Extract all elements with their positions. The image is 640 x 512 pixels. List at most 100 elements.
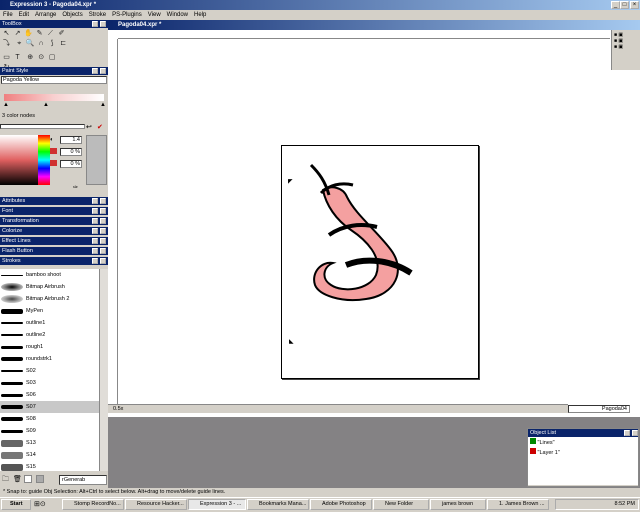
color-slider[interactable] <box>0 124 85 129</box>
list-item[interactable]: roundstrk1 <box>0 353 99 365</box>
hand-tool-icon[interactable]: ✋ <box>23 29 34 39</box>
taskbar-item[interactable]: 1. James Brown ... <box>487 499 549 510</box>
menu-file[interactable]: File <box>0 10 16 20</box>
menu-arrange[interactable]: Arrange <box>32 10 59 20</box>
blank-tool-icon[interactable] <box>58 49 69 59</box>
list-item[interactable]: S08 <box>0 413 99 425</box>
list-item[interactable]: bamboo shoot <box>0 269 99 281</box>
lasso-tool-icon[interactable]: ⌖ <box>14 39 25 49</box>
menu-objects[interactable]: Objects <box>59 10 85 20</box>
system-tray: 8:52 PM <box>555 499 639 510</box>
list-item[interactable]: S07 <box>0 401 99 413</box>
list-item[interactable]: S09 <box>0 425 99 437</box>
strokes-scrollbar[interactable] <box>99 269 108 471</box>
taskbar-item[interactable]: New Folder <box>373 499 429 510</box>
zoom-indicator[interactable]: 0.5x <box>108 404 568 413</box>
folder-icon[interactable]: 🗀 <box>2 475 9 486</box>
list-item[interactable]: S03 <box>0 377 99 389</box>
hue-strip[interactable] <box>38 135 50 185</box>
panel-menu-button[interactable] <box>92 68 98 74</box>
percent-field-2[interactable]: 0 % <box>60 160 82 168</box>
menu-window[interactable]: Window <box>164 10 191 20</box>
taskbar-item-active[interactable]: Expression 3 - ... <box>188 499 246 510</box>
menu-edit[interactable]: Edit <box>16 10 32 20</box>
flash-button-panel-header[interactable]: Flash Button <box>0 247 108 255</box>
opacity-field[interactable]: 1.4 <box>60 136 82 144</box>
taskbar-item[interactable]: Adobe Photoshop <box>310 499 372 510</box>
horizontal-ruler <box>118 30 610 39</box>
status-bar: * Snap to: guide Obj Selection: Alt+Ctrl… <box>0 488 640 497</box>
panel-menu-button[interactable] <box>624 430 630 436</box>
bezier-tool-icon[interactable]: ∩ <box>36 39 47 49</box>
eyedrop-tool-icon[interactable]: ⤵ <box>1 39 12 49</box>
new-stroke-icon[interactable] <box>24 475 32 483</box>
vertical-ruler <box>108 39 118 404</box>
list-item[interactable]: outline2 <box>0 329 99 341</box>
list-item[interactable]: Bitmap Airbrush <box>0 281 99 293</box>
pencil-tool-icon[interactable]: ✐ <box>56 29 67 39</box>
transformation-panel-header[interactable]: Transformation <box>0 217 108 225</box>
panel-close-button[interactable] <box>100 258 106 264</box>
menu-ps-plugins[interactable]: PS-Plugins <box>109 10 145 20</box>
gradient-node-left[interactable]: ▲ <box>3 102 9 108</box>
list-item[interactable]: S02 <box>0 365 99 377</box>
panel-menu-button[interactable] <box>92 258 98 264</box>
panel-close-button[interactable] <box>632 430 638 436</box>
gradient-bar[interactable] <box>4 94 104 101</box>
quicklaunch-icons[interactable]: ⊞⊙ <box>34 500 46 508</box>
start-button[interactable]: Start <box>1 499 31 510</box>
artwork[interactable]: ◤ ◣ <box>281 145 481 381</box>
shape-tool-icon[interactable]: ⊏ <box>58 39 69 49</box>
pagoda-shape[interactable] <box>313 186 399 301</box>
close-button[interactable]: × <box>630 1 639 9</box>
style-name-field[interactable]: Pagoda Yellow <box>1 76 107 84</box>
object-list-item[interactable]: "Lines" <box>530 438 636 448</box>
menu-help[interactable]: Help <box>191 10 209 20</box>
font-panel-header[interactable]: Font <box>0 207 108 215</box>
eyedropper-icon[interactable]: ✑ <box>73 184 78 191</box>
list-item[interactable]: S06 <box>0 389 99 401</box>
maximize-button[interactable]: □ <box>620 1 629 9</box>
minimize-button[interactable]: _ <box>611 1 620 9</box>
trash-icon[interactable]: 🗑 <box>13 475 22 483</box>
panel-close-button[interactable] <box>100 21 106 27</box>
undo-icon[interactable]: ↩ <box>86 123 92 131</box>
zoom-tool-icon[interactable]: 🔍 <box>25 39 36 49</box>
stroke-category-select[interactable]: rGenerab <box>59 475 107 485</box>
page-name-field[interactable]: Pagoda04 <box>568 405 630 413</box>
node-tool-icon[interactable]: ↗ <box>12 29 23 39</box>
taskbar-item[interactable]: Resource Hacker... <box>125 499 187 510</box>
list-item[interactable]: S13 <box>0 437 99 449</box>
taskbar-item[interactable]: Bookmarks Mana... <box>247 499 309 510</box>
panel-menu-button[interactable] <box>92 21 98 27</box>
knife-tool-icon[interactable]: ⟆ <box>47 39 58 49</box>
list-item[interactable]: S15 <box>0 461 99 471</box>
taskbar-item[interactable]: james brown <box>430 499 486 510</box>
list-item[interactable]: outline1 <box>0 317 99 329</box>
list-item[interactable]: rough1 <box>0 341 99 353</box>
brush-tool-icon[interactable]: ⟋ <box>45 29 56 39</box>
panel-close-button[interactable] <box>100 68 106 74</box>
menu-stroke[interactable]: Stroke <box>86 10 109 20</box>
gradient-node-right[interactable]: ▲ <box>100 102 106 108</box>
effect-lines-panel-header[interactable]: Effect Lines <box>0 237 108 245</box>
pen-tool-icon[interactable]: ✎ <box>34 29 45 39</box>
object-list-item[interactable]: "Layer 1" <box>530 448 636 458</box>
box-tool-icon[interactable]: ▢ <box>47 53 58 63</box>
rect-tool-icon[interactable]: ▭ <box>1 53 12 63</box>
list-item[interactable]: Bitmap Airbrush 2 <box>0 293 99 305</box>
magnify-tool-icon[interactable]: ⊙ <box>36 53 47 63</box>
taskbar-item[interactable]: Stomp RecordNo... <box>62 499 124 510</box>
gradient-node-mid[interactable]: ▲ <box>43 102 49 108</box>
colorize-panel-header[interactable]: Colorize <box>0 227 108 235</box>
menu-view[interactable]: View <box>145 10 164 20</box>
move-tool-icon[interactable]: ⊕ <box>25 53 36 63</box>
apply-check-icon[interactable]: ✔ <box>97 123 103 131</box>
stroke-preview-icon[interactable] <box>36 475 44 483</box>
arrow-tool-icon[interactable]: ↖ <box>1 29 12 39</box>
list-item[interactable]: MyPen <box>0 305 99 317</box>
list-item[interactable]: S14 <box>0 449 99 461</box>
attributes-panel-header[interactable]: Attributes <box>0 197 108 205</box>
percent-field-1[interactable]: 0 % <box>60 148 82 156</box>
text-tool-icon[interactable]: T <box>12 53 23 63</box>
